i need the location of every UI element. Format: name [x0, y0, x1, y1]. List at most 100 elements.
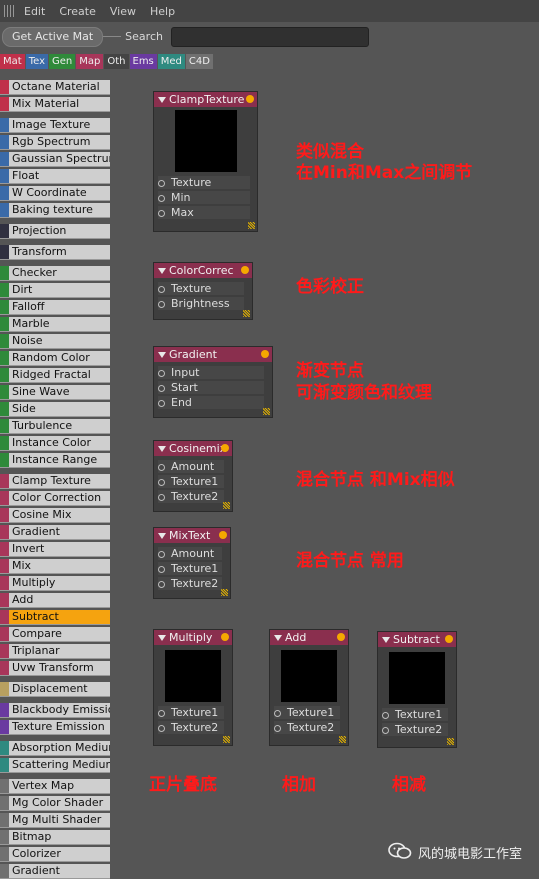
list-item-marble[interactable]: Marble	[0, 317, 110, 332]
list-item-add[interactable]: Add	[0, 593, 110, 608]
node-header[interactable]: MixText	[154, 528, 230, 543]
input-port-texture1[interactable]: Texture1	[158, 561, 222, 576]
input-port-texture2[interactable]: Texture2	[382, 722, 448, 737]
port-circle-icon[interactable]	[158, 300, 165, 308]
menu-help[interactable]: Help	[150, 5, 175, 18]
resize-handle-icon[interactable]	[248, 222, 255, 229]
list-item-mg-color-shader[interactable]: Mg Color Shader	[0, 796, 110, 811]
get-active-mat-button[interactable]: Get Active Mat	[2, 26, 104, 47]
input-port-min[interactable]: Min	[158, 190, 250, 205]
collapse-triangle-icon[interactable]	[382, 637, 390, 643]
collapse-triangle-icon[interactable]	[274, 635, 282, 641]
port-circle-icon[interactable]	[158, 550, 165, 558]
output-port-icon[interactable]	[246, 95, 254, 103]
list-item-vertex-map[interactable]: Vertex Map	[0, 779, 110, 794]
input-port-texture1[interactable]: Texture1	[382, 707, 448, 722]
input-port-texture[interactable]: Texture	[158, 281, 244, 296]
resize-handle-icon[interactable]	[243, 310, 250, 317]
node-header[interactable]: Cosinemix	[154, 441, 232, 456]
output-port-icon[interactable]	[445, 635, 453, 643]
list-item-image-texture[interactable]: Image Texture	[0, 118, 110, 133]
input-port-texture2[interactable]: Texture2	[274, 720, 340, 735]
tab-oth[interactable]: Oth	[104, 54, 129, 69]
list-item-falloff[interactable]: Falloff	[0, 300, 110, 315]
list-item-turbulence[interactable]: Turbulence	[0, 419, 110, 434]
node-header[interactable]: Multiply	[154, 630, 232, 645]
list-item-instance-color[interactable]: Instance Color	[0, 436, 110, 451]
collapse-triangle-icon[interactable]	[158, 635, 166, 641]
resize-handle-icon[interactable]	[223, 736, 230, 743]
port-circle-icon[interactable]	[274, 709, 281, 717]
port-circle-icon[interactable]	[158, 399, 165, 407]
tab-map[interactable]: Map	[76, 54, 104, 69]
port-circle-icon[interactable]	[158, 478, 165, 486]
list-item-multiply[interactable]: Multiply	[0, 576, 110, 591]
menu-view[interactable]: View	[110, 5, 136, 18]
port-circle-icon[interactable]	[158, 565, 165, 573]
port-circle-icon[interactable]	[274, 724, 281, 732]
output-port-icon[interactable]	[261, 350, 269, 358]
list-item-baking-texture[interactable]: Baking texture	[0, 203, 110, 218]
resize-handle-icon[interactable]	[339, 736, 346, 743]
port-circle-icon[interactable]	[158, 369, 165, 377]
list-item-random-color[interactable]: Random Color	[0, 351, 110, 366]
list-item-compare[interactable]: Compare	[0, 627, 110, 642]
node-header[interactable]: ClampTexture	[154, 92, 257, 107]
list-item-colorizer[interactable]: Colorizer	[0, 847, 110, 862]
list-item-rgb-spectrum[interactable]: Rgb Spectrum	[0, 135, 110, 150]
list-item-octane-material[interactable]: Octane Material	[0, 80, 110, 95]
list-item-checker[interactable]: Checker	[0, 266, 110, 281]
input-port-texture[interactable]: Texture	[158, 175, 250, 190]
list-item-scattering-medium[interactable]: Scattering Medium	[0, 758, 110, 773]
port-circle-icon[interactable]	[158, 580, 165, 588]
port-circle-icon[interactable]	[158, 709, 165, 717]
port-circle-icon[interactable]	[158, 194, 165, 202]
menu-create[interactable]: Create	[59, 5, 96, 18]
input-port-amount[interactable]: Amount	[158, 546, 222, 561]
list-item-gaussian-spectrum[interactable]: Gaussian Spectrum	[0, 152, 110, 167]
port-circle-icon[interactable]	[382, 711, 389, 719]
list-item-w-coordinate[interactable]: W Coordinate	[0, 186, 110, 201]
resize-handle-icon[interactable]	[447, 738, 454, 745]
port-circle-icon[interactable]	[158, 384, 165, 392]
port-circle-icon[interactable]	[158, 493, 165, 501]
input-port-texture2[interactable]: Texture2	[158, 489, 224, 504]
list-item-mg-multi-shader[interactable]: Mg Multi Shader	[0, 813, 110, 828]
list-item-absorption-medium[interactable]: Absorption Medium	[0, 741, 110, 756]
list-item-projection[interactable]: Projection	[0, 224, 110, 239]
resize-handle-icon[interactable]	[223, 502, 230, 509]
node-header[interactable]: Subtract	[378, 632, 456, 647]
list-item-blackbody-emission[interactable]: Blackbody Emission	[0, 703, 110, 718]
list-item-ridged-fractal[interactable]: Ridged Fractal	[0, 368, 110, 383]
tab-c4d[interactable]: C4D	[185, 54, 213, 69]
list-item-instance-range[interactable]: Instance Range	[0, 453, 110, 468]
input-port-brightness[interactable]: Brightness	[158, 296, 244, 311]
input-port-amount[interactable]: Amount	[158, 459, 224, 474]
input-port-texture2[interactable]: Texture2	[158, 720, 224, 735]
tab-gen[interactable]: Gen	[49, 54, 76, 69]
list-item-texture-emission[interactable]: Texture Emission	[0, 720, 110, 735]
input-port-texture2[interactable]: Texture2	[158, 576, 222, 591]
list-item-displacement[interactable]: Displacement	[0, 682, 110, 697]
list-item-subtract[interactable]: Subtract	[0, 610, 110, 625]
port-circle-icon[interactable]	[158, 285, 165, 293]
port-circle-icon[interactable]	[158, 463, 165, 471]
input-port-max[interactable]: Max	[158, 205, 250, 220]
node-mixtext[interactable]: MixText Amount Texture1 Texture2	[153, 527, 231, 599]
menu-edit[interactable]: Edit	[24, 5, 45, 18]
port-circle-icon[interactable]	[382, 726, 389, 734]
output-port-icon[interactable]	[221, 633, 229, 641]
list-item-transform[interactable]: Transform	[0, 245, 110, 260]
collapse-triangle-icon[interactable]	[158, 268, 166, 274]
list-item-cosine-mix[interactable]: Cosine Mix	[0, 508, 110, 523]
tab-med[interactable]: Med	[157, 54, 185, 69]
collapse-triangle-icon[interactable]	[158, 446, 166, 452]
list-item-dirt[interactable]: Dirt	[0, 283, 110, 298]
output-port-icon[interactable]	[219, 531, 227, 539]
input-port-texture1[interactable]: Texture1	[158, 705, 224, 720]
collapse-triangle-icon[interactable]	[158, 352, 166, 358]
input-port-input[interactable]: Input	[158, 365, 264, 380]
output-port-icon[interactable]	[337, 633, 345, 641]
list-item-float[interactable]: Float	[0, 169, 110, 184]
list-item-sine-wave[interactable]: Sine Wave	[0, 385, 110, 400]
